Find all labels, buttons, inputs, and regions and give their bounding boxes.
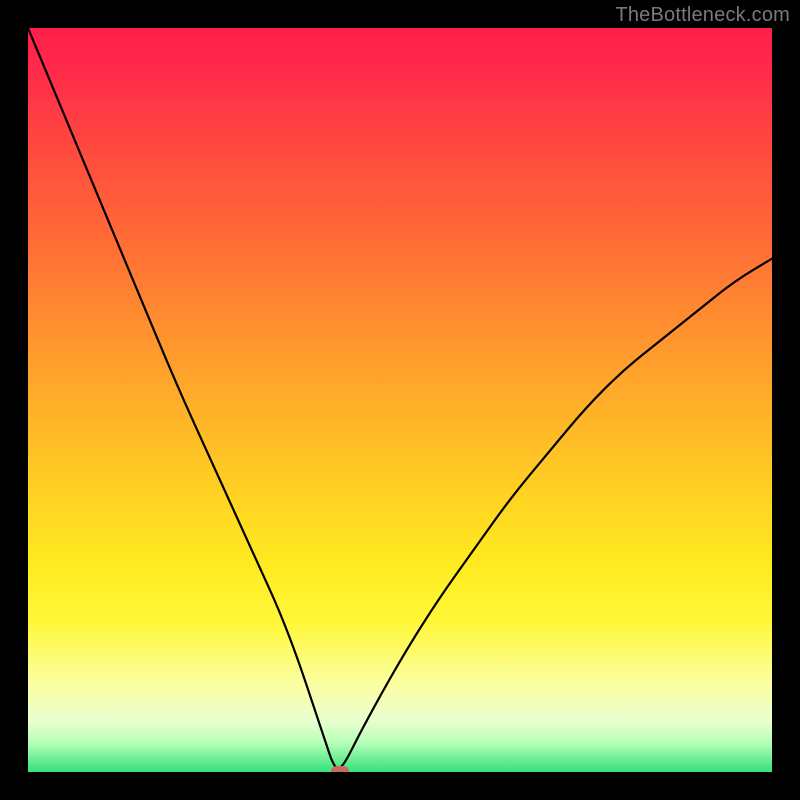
watermark-text: TheBottleneck.com xyxy=(615,4,790,27)
curve-path xyxy=(28,28,772,769)
bottleneck-curve xyxy=(28,28,772,772)
chart-frame: TheBottleneck.com xyxy=(0,0,800,800)
plot-area xyxy=(28,28,772,772)
optimal-point-marker xyxy=(331,766,349,772)
